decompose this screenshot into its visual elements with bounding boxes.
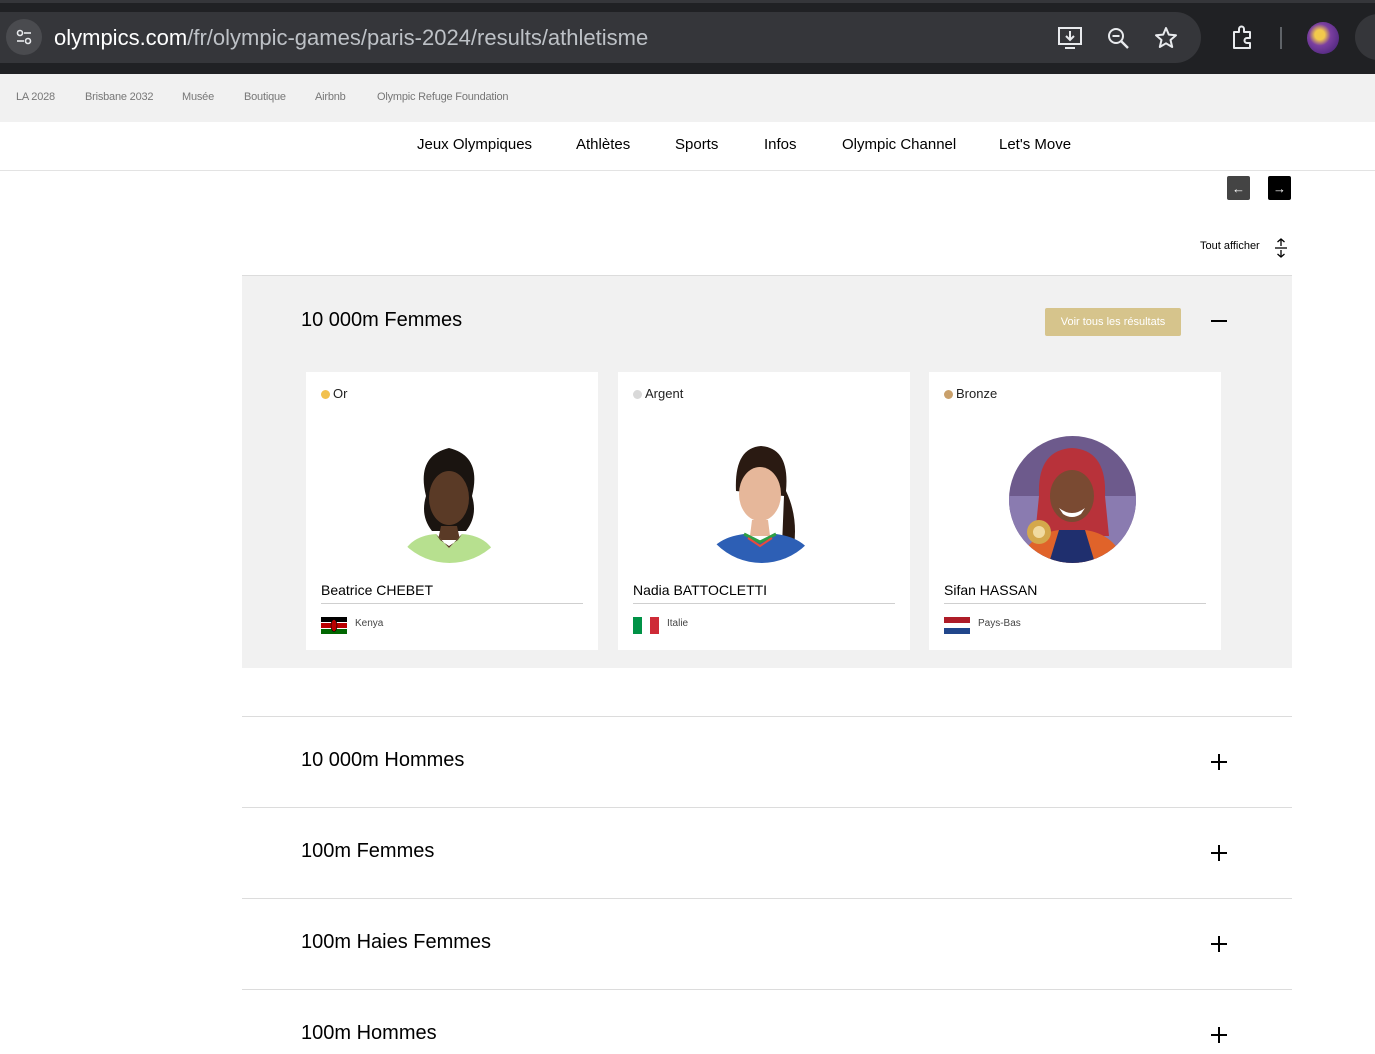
collapse-minus-icon[interactable] xyxy=(1211,320,1227,322)
site-info-icon[interactable] xyxy=(6,19,42,55)
browser-chrome: olympics.com/fr/olympic-games/paris-2024… xyxy=(0,0,1375,74)
url-host: olympics.com xyxy=(54,25,188,50)
expand-plus-icon[interactable] xyxy=(1211,754,1227,770)
event-title[interactable]: 100m Femmes xyxy=(301,840,434,863)
card-divider xyxy=(321,603,583,604)
expand-all-icon[interactable] xyxy=(1273,238,1289,258)
country-name: Pays-Bas xyxy=(978,618,1021,629)
install-app-icon[interactable] xyxy=(1056,24,1084,52)
event-title[interactable]: 100m Hommes xyxy=(301,1022,437,1045)
country-name: Kenya xyxy=(355,618,384,629)
podium-card-bronze[interactable]: Bronze Sifan HASSAN Pays-Bas xyxy=(929,372,1221,650)
silver-medal-icon xyxy=(633,390,642,399)
event-accordion-row[interactable]: 10 000m Hommes xyxy=(242,716,1292,807)
show-all-toggle[interactable]: Tout afficher xyxy=(1200,240,1260,252)
medal-text: Argent xyxy=(645,386,684,401)
netherlands-flag-icon xyxy=(944,617,970,634)
main-nav: Jeux Olympiques Athlètes Sports Infos Ol… xyxy=(0,122,1375,171)
country-name: Italie xyxy=(667,618,689,629)
url-path: /fr/olympic-games/paris-2024/results/ath… xyxy=(187,25,649,50)
event-accordion-row[interactable]: 100m Femmes xyxy=(242,807,1292,898)
card-divider xyxy=(633,603,895,604)
event-accordion-open: 10 000m Femmes Voir tous les résultats O… xyxy=(242,275,1292,668)
nav-athletes[interactable]: Athlètes xyxy=(576,136,630,153)
expand-plus-icon[interactable] xyxy=(1211,936,1227,952)
extensions-icon[interactable] xyxy=(1228,22,1258,52)
podium-card-silver[interactable]: Argent Nadia BATTOCLETTI Italie xyxy=(618,372,910,650)
medal-label: Or xyxy=(321,386,347,401)
nav-lets-move[interactable]: Let's Move xyxy=(999,136,1071,153)
address-bar[interactable]: olympics.com/fr/olympic-games/paris-2024… xyxy=(0,12,1201,63)
event-title[interactable]: 100m Haies Femmes xyxy=(301,931,491,954)
athlete-photo xyxy=(1009,436,1136,563)
utility-link-refuge-foundation[interactable]: Olympic Refuge Foundation xyxy=(377,91,509,103)
event-title[interactable]: 10 000m Femmes xyxy=(301,309,462,332)
athlete-name[interactable]: Sifan HASSAN xyxy=(944,582,1037,598)
expand-plus-icon[interactable] xyxy=(1211,845,1227,861)
italy-flag-icon xyxy=(633,617,659,634)
utility-link-boutique[interactable]: Boutique xyxy=(244,91,286,103)
zoom-icon[interactable] xyxy=(1104,24,1132,52)
athlete-photo xyxy=(386,436,513,563)
medal-label: Bronze xyxy=(944,386,997,401)
nav-jeux-olympiques[interactable]: Jeux Olympiques xyxy=(417,136,532,153)
all-results-button[interactable]: Voir tous les résultats xyxy=(1045,308,1181,336)
utility-nav: LA 2028 Brisbane 2032 Musée Boutique Air… xyxy=(0,74,1375,122)
utility-link-airbnb[interactable]: Airbnb xyxy=(315,91,346,103)
prev-arrow-button[interactable]: ← xyxy=(1227,176,1250,200)
podium-card-gold[interactable]: Or Beatrice CHEBET Kenya xyxy=(306,372,598,650)
gold-medal-icon xyxy=(321,390,330,399)
nav-olympic-channel[interactable]: Olympic Channel xyxy=(842,136,956,153)
event-accordion-row[interactable]: 100m Haies Femmes xyxy=(242,898,1292,989)
medal-label: Argent xyxy=(633,386,683,401)
nav-sports[interactable]: Sports xyxy=(675,136,718,153)
medal-text: Or xyxy=(333,386,348,401)
bronze-medal-icon xyxy=(944,390,953,399)
toolbar-divider xyxy=(1280,27,1282,49)
athlete-name[interactable]: Beatrice CHEBET xyxy=(321,582,433,598)
utility-link-la2028[interactable]: LA 2028 xyxy=(16,91,55,103)
profile-avatar[interactable] xyxy=(1307,22,1339,54)
card-divider xyxy=(944,603,1206,604)
url-text[interactable]: olympics.com/fr/olympic-games/paris-2024… xyxy=(54,25,648,51)
utility-link-musee[interactable]: Musée xyxy=(182,91,214,103)
expand-plus-icon[interactable] xyxy=(1211,1027,1227,1043)
bookmark-star-icon[interactable] xyxy=(1152,24,1180,52)
tab-strip xyxy=(0,0,1375,3)
athlete-name[interactable]: Nadia BATTOCLETTI xyxy=(633,582,767,598)
kenya-flag-icon xyxy=(321,617,347,634)
medal-text: Bronze xyxy=(956,386,998,401)
next-arrow-button[interactable]: → xyxy=(1268,176,1291,200)
event-title[interactable]: 10 000m Hommes xyxy=(301,749,464,772)
event-accordion-row[interactable]: 100m Hommes xyxy=(242,989,1292,1054)
nav-infos[interactable]: Infos xyxy=(764,136,797,153)
browser-menu-button[interactable] xyxy=(1355,14,1375,60)
athlete-photo xyxy=(698,436,825,563)
utility-link-brisbane2032[interactable]: Brisbane 2032 xyxy=(85,91,154,103)
